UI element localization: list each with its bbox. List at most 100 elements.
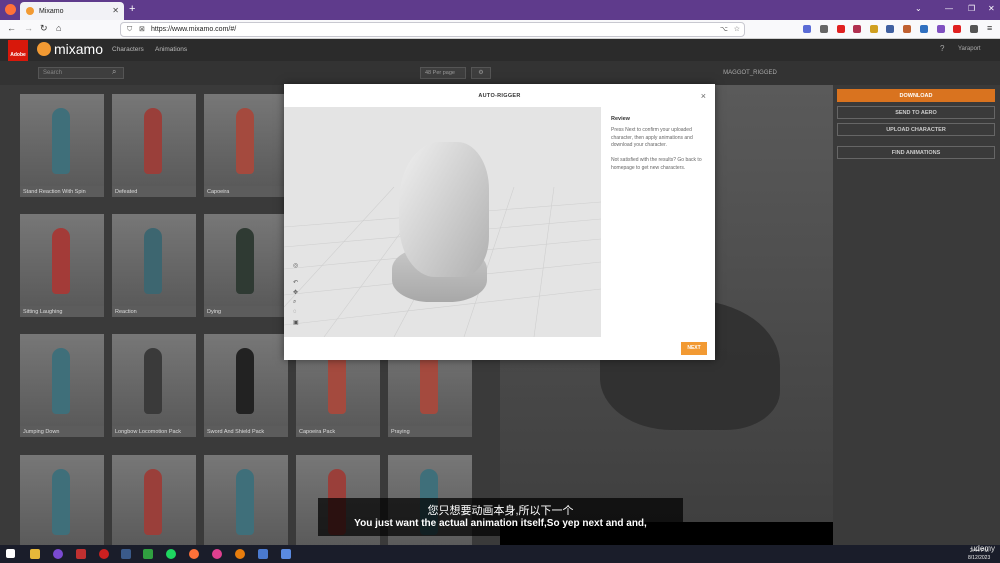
maximize-icon[interactable]: ❐ (968, 4, 975, 13)
browser-navigation-bar: ← → ↻ ⌂ ⛉ ⊠ https://www.mixamo.com/#/ ⌥ … (0, 20, 1000, 39)
app-icon[interactable] (99, 549, 109, 559)
animation-card[interactable]: Reaction (112, 214, 196, 317)
animation-label: Defeated (115, 189, 138, 195)
nav-characters[interactable]: Characters (112, 46, 144, 53)
camera-icon[interactable]: ▣ (293, 319, 299, 326)
file-explorer-icon[interactable] (30, 549, 40, 559)
find-animations-button[interactable]: FIND ANIMATIONS (837, 146, 995, 159)
app-icon[interactable] (281, 549, 291, 559)
animation-label: Sitting Laughing (23, 309, 63, 315)
close-dialog-icon[interactable]: × (701, 91, 706, 101)
animation-thumbnail (204, 334, 288, 426)
animation-thumbnail (112, 94, 196, 186)
extension-icon[interactable] (903, 25, 911, 33)
per-page-select[interactable]: 48 Per page (420, 67, 466, 79)
frame-icon[interactable]: ◌ (293, 309, 297, 315)
extension-icon[interactable] (886, 25, 894, 33)
youtube-icon[interactable] (837, 25, 845, 33)
app-icon[interactable] (76, 549, 86, 559)
reload-icon[interactable]: ↻ (40, 23, 48, 34)
clock-date[interactable]: 8/12/2023 (968, 555, 990, 561)
animation-thumbnail (112, 334, 196, 426)
menu-icon[interactable]: ≡ (987, 23, 992, 33)
animation-card[interactable] (204, 455, 288, 547)
extension-icon[interactable] (920, 25, 928, 33)
animation-thumbnail (20, 214, 104, 306)
extension-icon[interactable] (870, 25, 878, 33)
user-menu[interactable]: Yaraport (958, 46, 981, 52)
mixamo-header: Characters Animations ? Yaraport (0, 39, 1000, 61)
download-button[interactable]: DOWNLOAD (837, 89, 995, 102)
app-icon[interactable] (53, 549, 63, 559)
animation-card[interactable]: Capoeira (204, 94, 288, 197)
rotate-view-icon[interactable]: ◎ (293, 262, 298, 269)
animation-card[interactable]: Longbow Locomotion Pack (112, 334, 196, 437)
subtitle-chinese: 您只想要动画本身,所以下一个 (427, 505, 574, 517)
move-icon[interactable]: ✥ (293, 289, 298, 296)
settings-gear-icon[interactable]: ⚙ (471, 67, 491, 79)
library-icon[interactable] (820, 25, 828, 33)
minimize-icon[interactable]: — (945, 4, 953, 13)
animation-card[interactable]: Sword And Shield Pack (204, 334, 288, 437)
animation-card[interactable] (112, 455, 196, 547)
character-figure (144, 469, 162, 535)
undo-icon[interactable]: ↶ (293, 279, 298, 286)
clock-time[interactable]: 2:44 PM (970, 548, 989, 554)
windows-start-icon[interactable] (6, 549, 15, 558)
animation-label: Capoeira Pack (299, 429, 336, 435)
rig-preview-viewport[interactable]: ◎ ↶ ✥ ⌕ ◌ ▣ (284, 107, 601, 337)
extension-icon[interactable] (853, 25, 861, 33)
app-icon[interactable] (258, 549, 268, 559)
animation-card[interactable]: Sitting Laughing (20, 214, 104, 317)
toolbar (0, 61, 1000, 85)
shield-icon[interactable]: ⛉ (127, 23, 132, 36)
character-figure (236, 228, 254, 294)
animation-card[interactable]: Stand Reaction With Spin (20, 94, 104, 197)
app-icon[interactable] (212, 549, 222, 559)
animation-card[interactable]: Defeated (112, 94, 196, 197)
forward-icon[interactable]: → (24, 23, 33, 33)
back-icon[interactable]: ← (7, 23, 16, 33)
search-icon[interactable]: ⌕ (112, 67, 116, 77)
close-tab-icon[interactable]: ✕ (112, 6, 119, 15)
zoom-icon[interactable]: ⌕ (293, 299, 296, 306)
mixamo-logo-icon[interactable] (37, 42, 51, 56)
firefox-icon[interactable] (189, 549, 199, 559)
character-figure (52, 108, 70, 174)
animation-card[interactable]: Dying (204, 214, 288, 317)
translate-icon[interactable]: ⌥ (720, 23, 728, 36)
tab-list-icon[interactable]: ⌄ (915, 4, 922, 13)
spotify-icon[interactable] (166, 549, 176, 559)
animation-thumbnail (204, 214, 288, 306)
browser-tab[interactable]: Mixamo ✕ (20, 2, 124, 20)
help-icon[interactable]: ? (940, 44, 944, 53)
upload-character-button[interactable]: UPLOAD CHARACTER (837, 123, 995, 136)
send-to-aero-button[interactable]: SEND TO AERO (837, 106, 995, 119)
auto-rigger-dialog: AUTO-RIGGER × ◎ ↶ ✥ ⌕ ◌ ▣ Review Press N… (284, 84, 715, 360)
animation-card[interactable] (20, 455, 104, 547)
animation-thumbnail (20, 334, 104, 426)
pocket-icon[interactable] (803, 25, 811, 33)
extensions-puzzle-icon[interactable] (970, 25, 978, 33)
character-figure (52, 228, 70, 294)
firefox-icon[interactable] (5, 4, 16, 15)
extension-icon[interactable] (937, 25, 945, 33)
youtube-icon[interactable] (953, 25, 961, 33)
animation-label: Reaction (115, 309, 137, 315)
steam-icon[interactable] (121, 549, 131, 559)
mixamo-wordmark[interactable]: mixamo (54, 41, 103, 57)
app-icon[interactable] (143, 549, 153, 559)
blender-icon[interactable] (235, 549, 245, 559)
bookmark-star-icon[interactable]: ☆ (734, 23, 740, 36)
url-input[interactable]: ⛉ ⊠ https://www.mixamo.com/#/ ⌥ ☆ (120, 22, 745, 37)
home-icon[interactable]: ⌂ (56, 23, 61, 33)
next-button[interactable]: NEXT (681, 342, 707, 355)
animation-card[interactable]: Jumping Down (20, 334, 104, 437)
character-name: MAGGOT_RIGGED (723, 70, 777, 76)
close-window-icon[interactable]: ✕ (988, 4, 995, 13)
animation-thumbnail (204, 94, 288, 186)
animation-thumbnail (204, 455, 288, 547)
lock-icon[interactable]: ⊠ (139, 23, 145, 36)
new-tab-button[interactable]: + (129, 3, 135, 15)
nav-animations[interactable]: Animations (155, 46, 187, 53)
